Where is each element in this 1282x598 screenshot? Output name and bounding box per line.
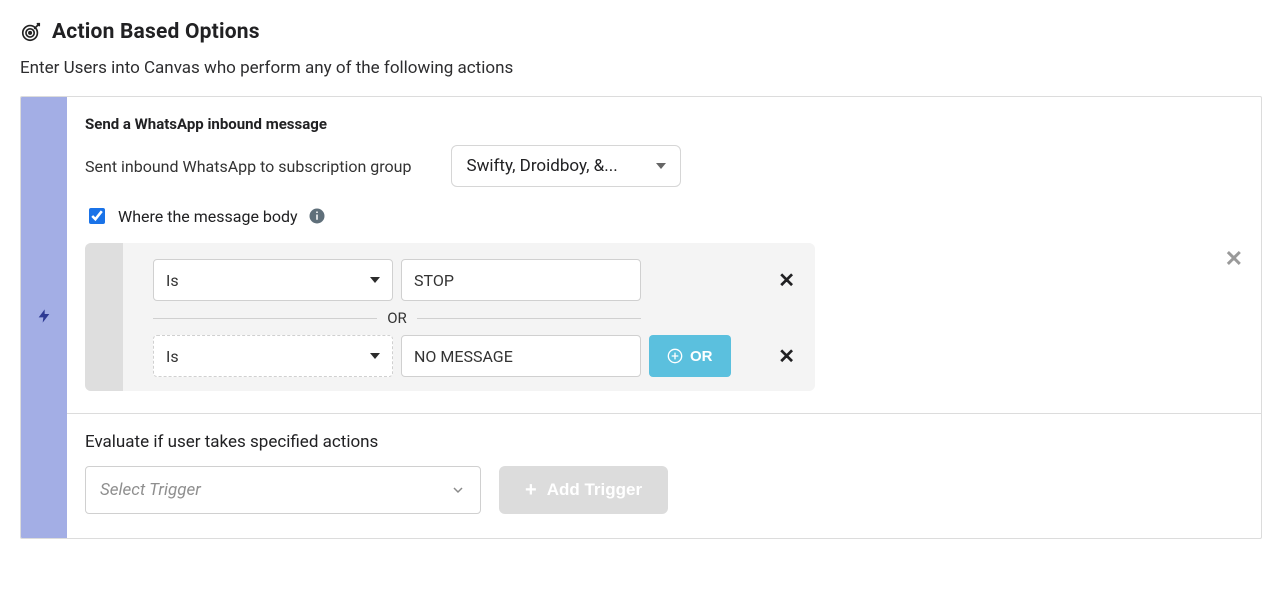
condition-value-text: STOP bbox=[414, 271, 454, 290]
remove-trigger-button[interactable]: ✕ bbox=[1225, 247, 1243, 272]
conditions-block: Is STOP ✕ OR bbox=[85, 243, 815, 391]
divider-line bbox=[153, 318, 377, 319]
message-body-checkbox-row: Where the message body bbox=[85, 205, 1243, 227]
panel-body: Send a WhatsApp inbound message Sent inb… bbox=[67, 97, 1261, 538]
chevron-down-icon bbox=[450, 482, 466, 498]
conditions-left-handle[interactable] bbox=[85, 243, 123, 391]
message-body-checkbox[interactable] bbox=[89, 208, 105, 224]
or-divider-label: OR bbox=[387, 309, 407, 327]
condition-value-input[interactable]: STOP bbox=[401, 259, 641, 301]
evaluate-controls: Select Trigger + Add Trigger bbox=[85, 466, 1243, 514]
subscription-group-select[interactable]: Swifty, Droidboy, &... bbox=[451, 145, 681, 187]
target-icon bbox=[20, 21, 42, 43]
add-trigger-button-label: Add Trigger bbox=[547, 480, 642, 500]
remove-condition-button[interactable]: ✕ bbox=[772, 344, 801, 368]
condition-operator-value: Is bbox=[166, 347, 179, 366]
or-divider: OR bbox=[153, 309, 641, 327]
add-or-button-label: OR bbox=[690, 348, 713, 365]
select-trigger-dropdown[interactable]: Select Trigger bbox=[85, 466, 481, 514]
trigger-card: Send a WhatsApp inbound message Sent inb… bbox=[67, 97, 1261, 413]
condition-operator-select[interactable]: Is bbox=[153, 335, 393, 377]
panel-accent bbox=[21, 97, 67, 538]
subscription-group-value: Swifty, Droidboy, &... bbox=[466, 156, 617, 176]
condition-operator-select[interactable]: Is bbox=[153, 259, 393, 301]
message-body-checkbox-label: Where the message body bbox=[118, 207, 298, 226]
remove-condition-button[interactable]: ✕ bbox=[772, 268, 801, 292]
subscription-row: Sent inbound WhatsApp to subscription gr… bbox=[85, 145, 1243, 187]
divider-line bbox=[417, 318, 641, 319]
conditions-body: Is STOP ✕ OR bbox=[123, 243, 815, 391]
action-panel: Send a WhatsApp inbound message Sent inb… bbox=[20, 96, 1262, 539]
add-or-button[interactable]: OR bbox=[649, 335, 731, 377]
condition-row: Is STOP ✕ bbox=[153, 259, 801, 301]
plus-icon: + bbox=[525, 480, 537, 500]
evaluate-label: Evaluate if user takes specified actions bbox=[85, 432, 1243, 452]
caret-down-icon bbox=[370, 353, 380, 359]
caret-down-icon bbox=[370, 277, 380, 283]
trigger-card-title: Send a WhatsApp inbound message bbox=[85, 115, 1243, 133]
info-icon[interactable] bbox=[308, 207, 326, 225]
add-trigger-button[interactable]: + Add Trigger bbox=[499, 466, 668, 514]
page-subtitle: Enter Users into Canvas who perform any … bbox=[20, 58, 1262, 78]
page-title: Action Based Options bbox=[52, 20, 260, 44]
caret-down-icon bbox=[656, 163, 666, 169]
page-header: Action Based Options bbox=[20, 20, 1262, 44]
subscription-label: Sent inbound WhatsApp to subscription gr… bbox=[85, 157, 411, 176]
condition-row: Is NO MESSAGE OR ✕ bbox=[153, 335, 801, 377]
evaluate-section: Evaluate if user takes specified actions… bbox=[67, 413, 1261, 538]
condition-value-input[interactable]: NO MESSAGE bbox=[401, 335, 641, 377]
lightning-bolt-icon bbox=[36, 305, 52, 331]
condition-operator-value: Is bbox=[166, 271, 179, 290]
select-trigger-placeholder: Select Trigger bbox=[100, 480, 201, 500]
condition-value-text: NO MESSAGE bbox=[414, 347, 513, 366]
